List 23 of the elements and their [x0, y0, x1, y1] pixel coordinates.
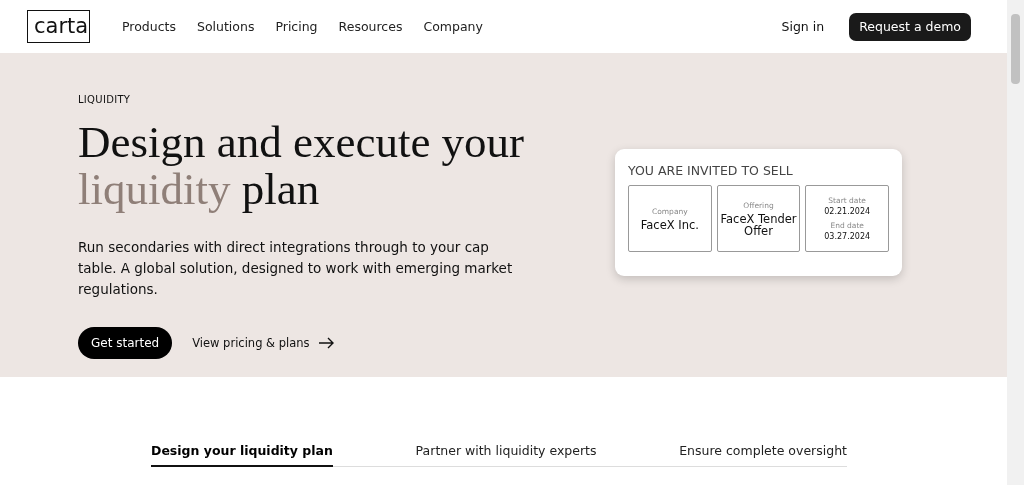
get-started-button[interactable]: Get started — [78, 327, 173, 359]
nav-link[interactable]: Products — [122, 19, 176, 34]
hero-description: Run secondaries with direct integrations through to your cap table. A global solution, designed to work with emerging market regulations. — [78, 238, 514, 299]
company-name: FaceX Inc. — [640, 218, 699, 231]
nav-link[interactable]: Company — [423, 19, 483, 34]
tab[interactable]: Ensure complete oversight — [679, 443, 847, 467]
section-eyebrow: LIQUIDITY — [78, 94, 132, 105]
request-demo-button[interactable]: Request a demo — [849, 12, 971, 41]
card-title: YOU ARE INVITED TO SELL — [628, 163, 794, 178]
nav-link[interactable]: Resources — [338, 19, 403, 34]
start-date: 02.21.2024 — [824, 207, 871, 216]
headline: Design and execute your liquidity plan — [78, 119, 526, 213]
tab[interactable]: Partner with liquidity experts — [415, 443, 597, 467]
arrow-right-icon — [318, 337, 334, 349]
offering-name: FaceX Tender Offer — [719, 212, 798, 237]
end-date: 03.27.2024 — [824, 232, 871, 241]
view-pricing-link[interactable]: View pricing & plans — [192, 336, 310, 350]
nav-link[interactable]: Solutions — [197, 19, 255, 34]
logo[interactable]: carta — [27, 10, 90, 43]
scrollbar[interactable] — [1007, 0, 1024, 485]
sign-in-link[interactable]: Sign in — [781, 19, 825, 34]
nav-link[interactable]: Pricing — [275, 19, 318, 34]
tab[interactable]: Design your liquidity plan — [151, 443, 333, 467]
